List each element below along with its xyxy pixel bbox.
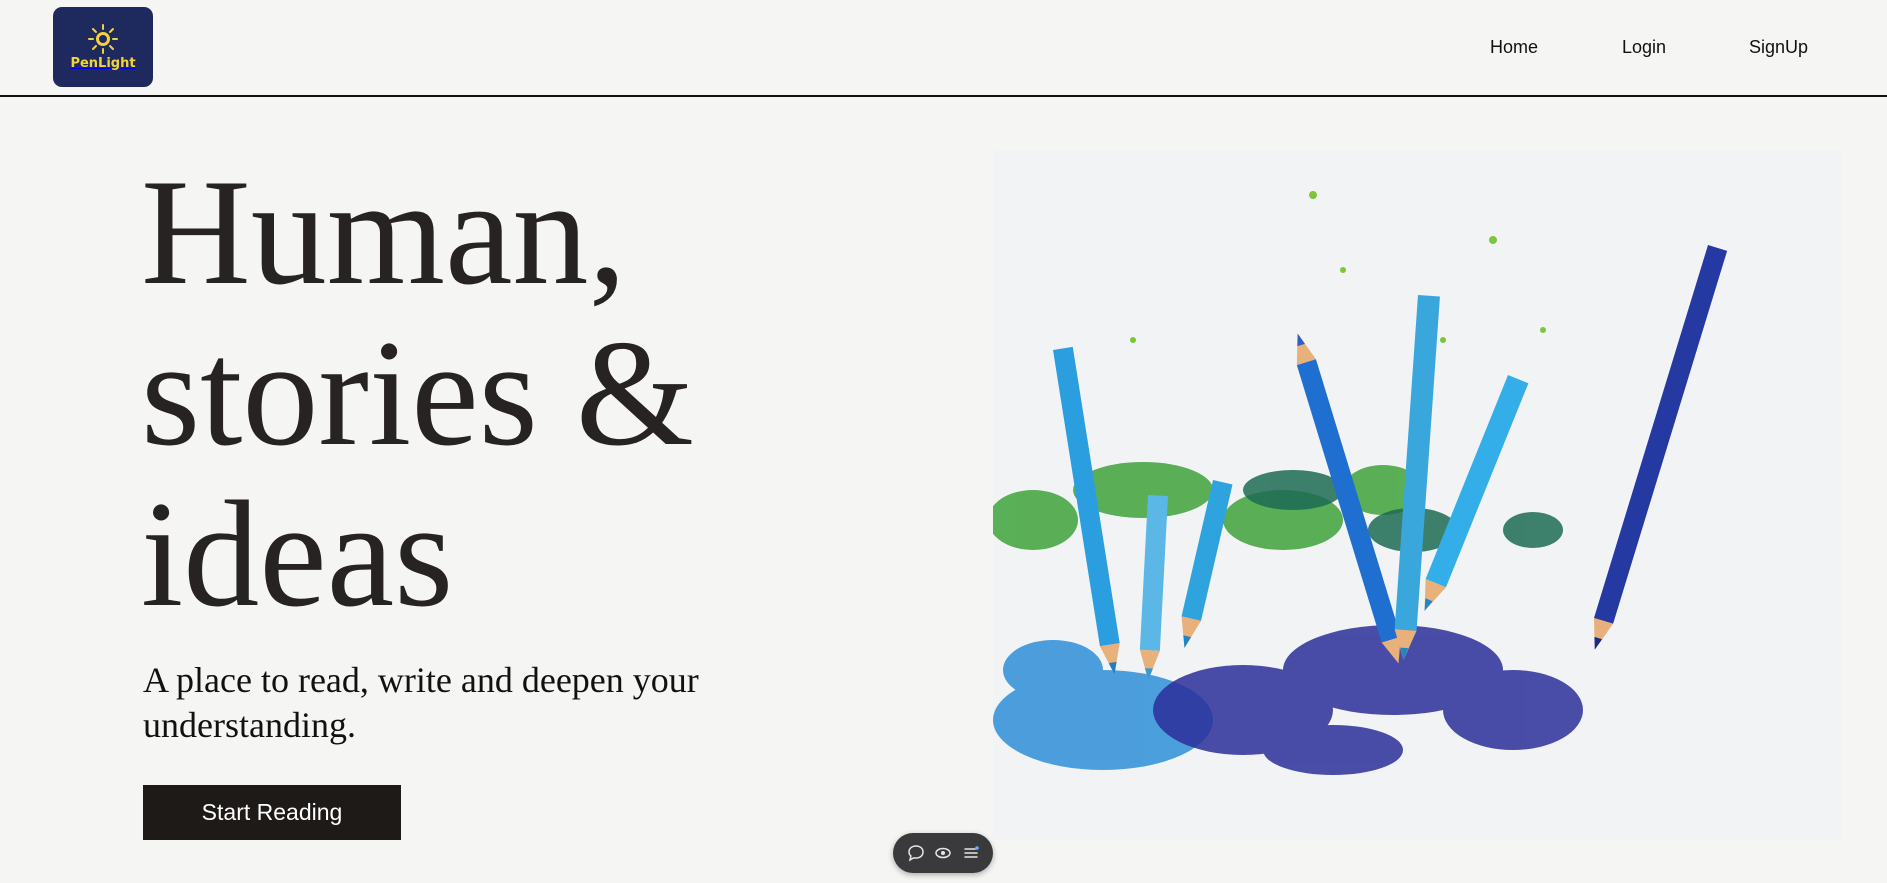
nav-signup-link[interactable]: SignUp bbox=[1749, 35, 1808, 59]
hero-title-line: Human, bbox=[141, 148, 627, 316]
eye-icon[interactable] bbox=[932, 842, 954, 864]
nav-home-link[interactable]: Home bbox=[1490, 35, 1538, 59]
top-navbar: PenLight Home Login SignUp bbox=[0, 0, 1887, 97]
comment-icon[interactable] bbox=[905, 842, 927, 864]
hero-title-line: ideas bbox=[141, 470, 454, 638]
hero-subtitle: A place to read, write and deepen your u… bbox=[143, 660, 699, 745]
hero-title-line: stories & bbox=[141, 309, 695, 477]
hero-pencils-image bbox=[993, 150, 1842, 840]
main-nav: Home Login SignUp bbox=[0, 35, 1887, 59]
start-reading-button[interactable]: Start Reading bbox=[143, 785, 401, 840]
hero-title: Human, stories & ideas bbox=[141, 152, 861, 635]
nav-login-link[interactable]: Login bbox=[1622, 35, 1666, 59]
floating-toolbar bbox=[893, 833, 993, 873]
settings-list-icon[interactable] bbox=[960, 842, 982, 864]
